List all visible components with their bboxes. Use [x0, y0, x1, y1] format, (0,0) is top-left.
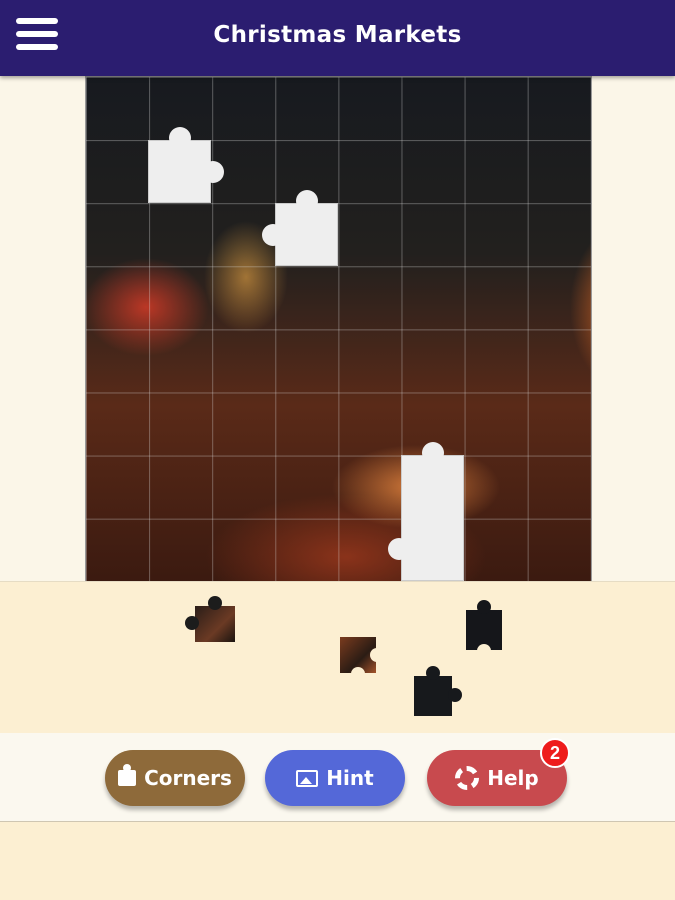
empty-piece-slot[interactable] [148, 127, 224, 203]
help-label: Help [487, 766, 539, 790]
corners-label: Corners [144, 766, 232, 790]
corners-button[interactable]: Corners [105, 750, 245, 806]
top-bar: Christmas Markets [0, 0, 675, 76]
hint-button[interactable]: Hint [265, 750, 405, 806]
loose-puzzle-piece[interactable] [185, 596, 235, 642]
image-icon [296, 769, 319, 787]
hint-label: Hint [326, 766, 374, 790]
loose-puzzle-piece[interactable] [466, 600, 502, 658]
piece-tray [0, 581, 675, 734]
help-count-badge: 2 [540, 738, 570, 768]
bottom-area [0, 822, 675, 900]
page-title: Christmas Markets [213, 22, 462, 48]
puzzle-piece-icon [118, 764, 137, 786]
empty-piece-slot[interactable] [388, 442, 464, 581]
loose-puzzle-piece[interactable] [414, 666, 462, 716]
loose-puzzle-piece[interactable] [340, 637, 384, 681]
lifebuoy-icon [455, 766, 480, 790]
puzzle-board[interactable] [85, 76, 592, 583]
empty-piece-slot[interactable] [262, 190, 338, 266]
